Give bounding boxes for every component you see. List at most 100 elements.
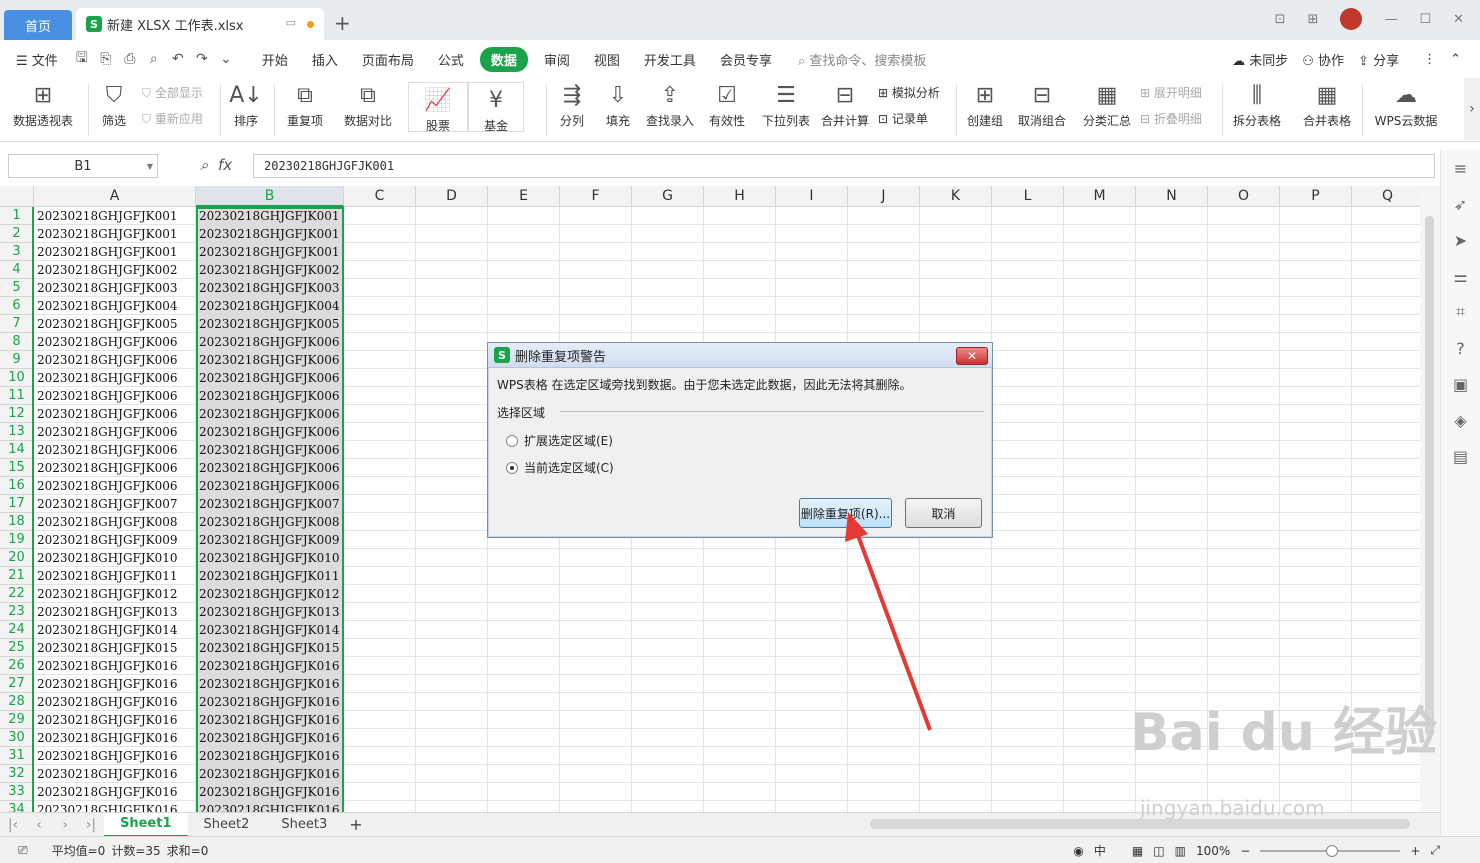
- cell-a9[interactable]: 20230218GHJGFJK006: [34, 351, 195, 369]
- fill-button[interactable]: ⇩ 填充: [598, 78, 638, 129]
- avatar[interactable]: [1340, 8, 1363, 30]
- new-tab-plus-icon[interactable]: +: [334, 11, 351, 35]
- column-header-e[interactable]: E: [488, 186, 560, 207]
- help-icon[interactable]: ?: [1441, 330, 1480, 366]
- ungroup-button[interactable]: ⊟ 取消组合: [1012, 78, 1072, 129]
- ribbon-scroll-right[interactable]: ›: [1464, 78, 1480, 140]
- cell-a30[interactable]: 20230218GHJGFJK016: [34, 729, 195, 747]
- normal-view-icon[interactable]: ▦: [1132, 844, 1143, 858]
- sheet-tab-1[interactable]: Sheet1: [104, 812, 188, 837]
- cell-a4[interactable]: 20230218GHJGFJK002: [34, 261, 195, 279]
- cell-b28[interactable]: 20230218GHJGFJK016: [196, 693, 343, 711]
- zoom-search-icon[interactable]: ⌕: [200, 156, 208, 174]
- layout-icon[interactable]: ⊡: [1275, 12, 1286, 27]
- cell-a31[interactable]: 20230218GHJGFJK016: [34, 747, 195, 765]
- cell-b7[interactable]: 20230218GHJGFJK005: [196, 315, 343, 333]
- cell-a22[interactable]: 20230218GHJGFJK012: [34, 585, 195, 603]
- tab-insert[interactable]: 插入: [300, 50, 350, 69]
- row-header[interactable]: 29: [0, 711, 34, 729]
- chevron-down-icon[interactable]: ▼: [147, 162, 153, 171]
- cursor-icon[interactable]: ➤: [1441, 222, 1480, 258]
- show-all-button[interactable]: ⛉ 全部显示: [142, 84, 203, 101]
- row-header[interactable]: 14: [0, 441, 34, 459]
- row-header[interactable]: 33: [0, 783, 34, 801]
- cell-b17[interactable]: 20230218GHJGFJK007: [196, 495, 343, 513]
- dialog-close-icon[interactable]: ✕: [956, 347, 988, 365]
- cell-b26[interactable]: 20230218GHJGFJK016: [196, 657, 343, 675]
- row-header[interactable]: 11: [0, 387, 34, 405]
- current-radio[interactable]: [506, 461, 518, 474]
- cell-a28[interactable]: 20230218GHJGFJK016: [34, 693, 195, 711]
- save-icon[interactable]: 🖫: [70, 47, 94, 71]
- cell-a23[interactable]: 20230218GHJGFJK013: [34, 603, 195, 621]
- cell-a3[interactable]: 20230218GHJGFJK001: [34, 243, 195, 261]
- cell-a2[interactable]: 20230218GHJGFJK001: [34, 225, 195, 243]
- name-box[interactable]: B1 ▼: [8, 154, 158, 178]
- input-mode[interactable]: 中: [1094, 842, 1106, 859]
- cell-a27[interactable]: 20230218GHJGFJK016: [34, 675, 195, 693]
- cell-a18[interactable]: 20230218GHJGFJK008: [34, 513, 195, 531]
- dropdown-list-button[interactable]: ☰ 下拉列表: [760, 78, 812, 129]
- cell-b8[interactable]: 20230218GHJGFJK006: [196, 333, 343, 351]
- column-header-b[interactable]: B: [196, 186, 344, 207]
- column-header-h[interactable]: H: [704, 186, 776, 207]
- select-all-corner[interactable]: [0, 186, 34, 207]
- cell-a8[interactable]: 20230218GHJGFJK006: [34, 333, 195, 351]
- cell-b19[interactable]: 20230218GHJGFJK009: [196, 531, 343, 549]
- expand-detail-button[interactable]: ⊞ 展开明细: [1140, 84, 1202, 101]
- row-header[interactable]: 26: [0, 657, 34, 675]
- cell-a32[interactable]: 20230218GHJGFJK016: [34, 765, 195, 783]
- row-header[interactable]: 32: [0, 765, 34, 783]
- column-header-o[interactable]: O: [1208, 186, 1280, 207]
- cell-b32[interactable]: 20230218GHJGFJK016: [196, 765, 343, 783]
- cell-b2[interactable]: 20230218GHJGFJK001: [196, 225, 343, 243]
- export-icon[interactable]: ⎘: [94, 51, 118, 67]
- fund-button[interactable]: ¥ 基金: [468, 82, 524, 133]
- fx-icon[interactable]: fx: [218, 156, 232, 174]
- row-header[interactable]: 4: [0, 261, 34, 279]
- cell-a19[interactable]: 20230218GHJGFJK009: [34, 531, 195, 549]
- expand-radio[interactable]: [506, 434, 518, 447]
- row-header[interactable]: 18: [0, 513, 34, 531]
- column-header-c[interactable]: C: [344, 186, 416, 207]
- tab-view[interactable]: 视图: [582, 50, 632, 69]
- cell-b3[interactable]: 20230218GHJGFJK001: [196, 243, 343, 261]
- row-header[interactable]: 24: [0, 621, 34, 639]
- cell-a15[interactable]: 20230218GHJGFJK006: [34, 459, 195, 477]
- row-header[interactable]: 16: [0, 477, 34, 495]
- expand-selection-option[interactable]: 扩展选定区域(E): [506, 432, 613, 449]
- scroll-thumb[interactable]: [1425, 216, 1434, 736]
- tab-member[interactable]: 会员专享: [708, 50, 784, 69]
- column-header-i[interactable]: I: [776, 186, 848, 207]
- rocket-icon[interactable]: ➶: [1441, 186, 1480, 222]
- redo-icon[interactable]: ↷: [190, 51, 214, 67]
- cell-a11[interactable]: 20230218GHJGFJK006: [34, 387, 195, 405]
- cell-b14[interactable]: 20230218GHJGFJK006: [196, 441, 343, 459]
- row-header[interactable]: 8: [0, 333, 34, 351]
- cell-b27[interactable]: 20230218GHJGFJK016: [196, 675, 343, 693]
- zoom-in-icon[interactable]: +: [1410, 844, 1420, 858]
- cell-b16[interactable]: 20230218GHJGFJK006: [196, 477, 343, 495]
- home-tab[interactable]: 首页: [4, 10, 72, 40]
- fullscreen-icon[interactable]: ⤢: [1430, 843, 1440, 858]
- cell-b31[interactable]: 20230218GHJGFJK016: [196, 747, 343, 765]
- cell-b6[interactable]: 20230218GHJGFJK004: [196, 297, 343, 315]
- row-header[interactable]: 13: [0, 423, 34, 441]
- collapse-detail-button[interactable]: ⊟ 折叠明细: [1140, 110, 1202, 127]
- reapply-button[interactable]: ⛉ 重新应用: [142, 110, 203, 127]
- merge-table-button[interactable]: ▦ 合并表格: [1296, 78, 1358, 129]
- column-header-g[interactable]: G: [632, 186, 704, 207]
- stock-button[interactable]: 📈 股票: [408, 82, 468, 133]
- tab-start[interactable]: 开始: [250, 50, 300, 69]
- cell-a33[interactable]: 20230218GHJGFJK016: [34, 783, 195, 801]
- file-menu[interactable]: ☰ 文件: [0, 50, 70, 69]
- sync-status[interactable]: ☁ 未同步: [1225, 50, 1295, 69]
- cell-b24[interactable]: 20230218GHJGFJK014: [196, 621, 343, 639]
- tab-formula[interactable]: 公式: [426, 50, 476, 69]
- cell-b12[interactable]: 20230218GHJGFJK006: [196, 405, 343, 423]
- cell-a6[interactable]: 20230218GHJGFJK004: [34, 297, 195, 315]
- filter-button[interactable]: ⛉ 筛选: [96, 78, 132, 129]
- row-header[interactable]: 28: [0, 693, 34, 711]
- cell-a12[interactable]: 20230218GHJGFJK006: [34, 405, 195, 423]
- cell-b5[interactable]: 20230218GHJGFJK003: [196, 279, 343, 297]
